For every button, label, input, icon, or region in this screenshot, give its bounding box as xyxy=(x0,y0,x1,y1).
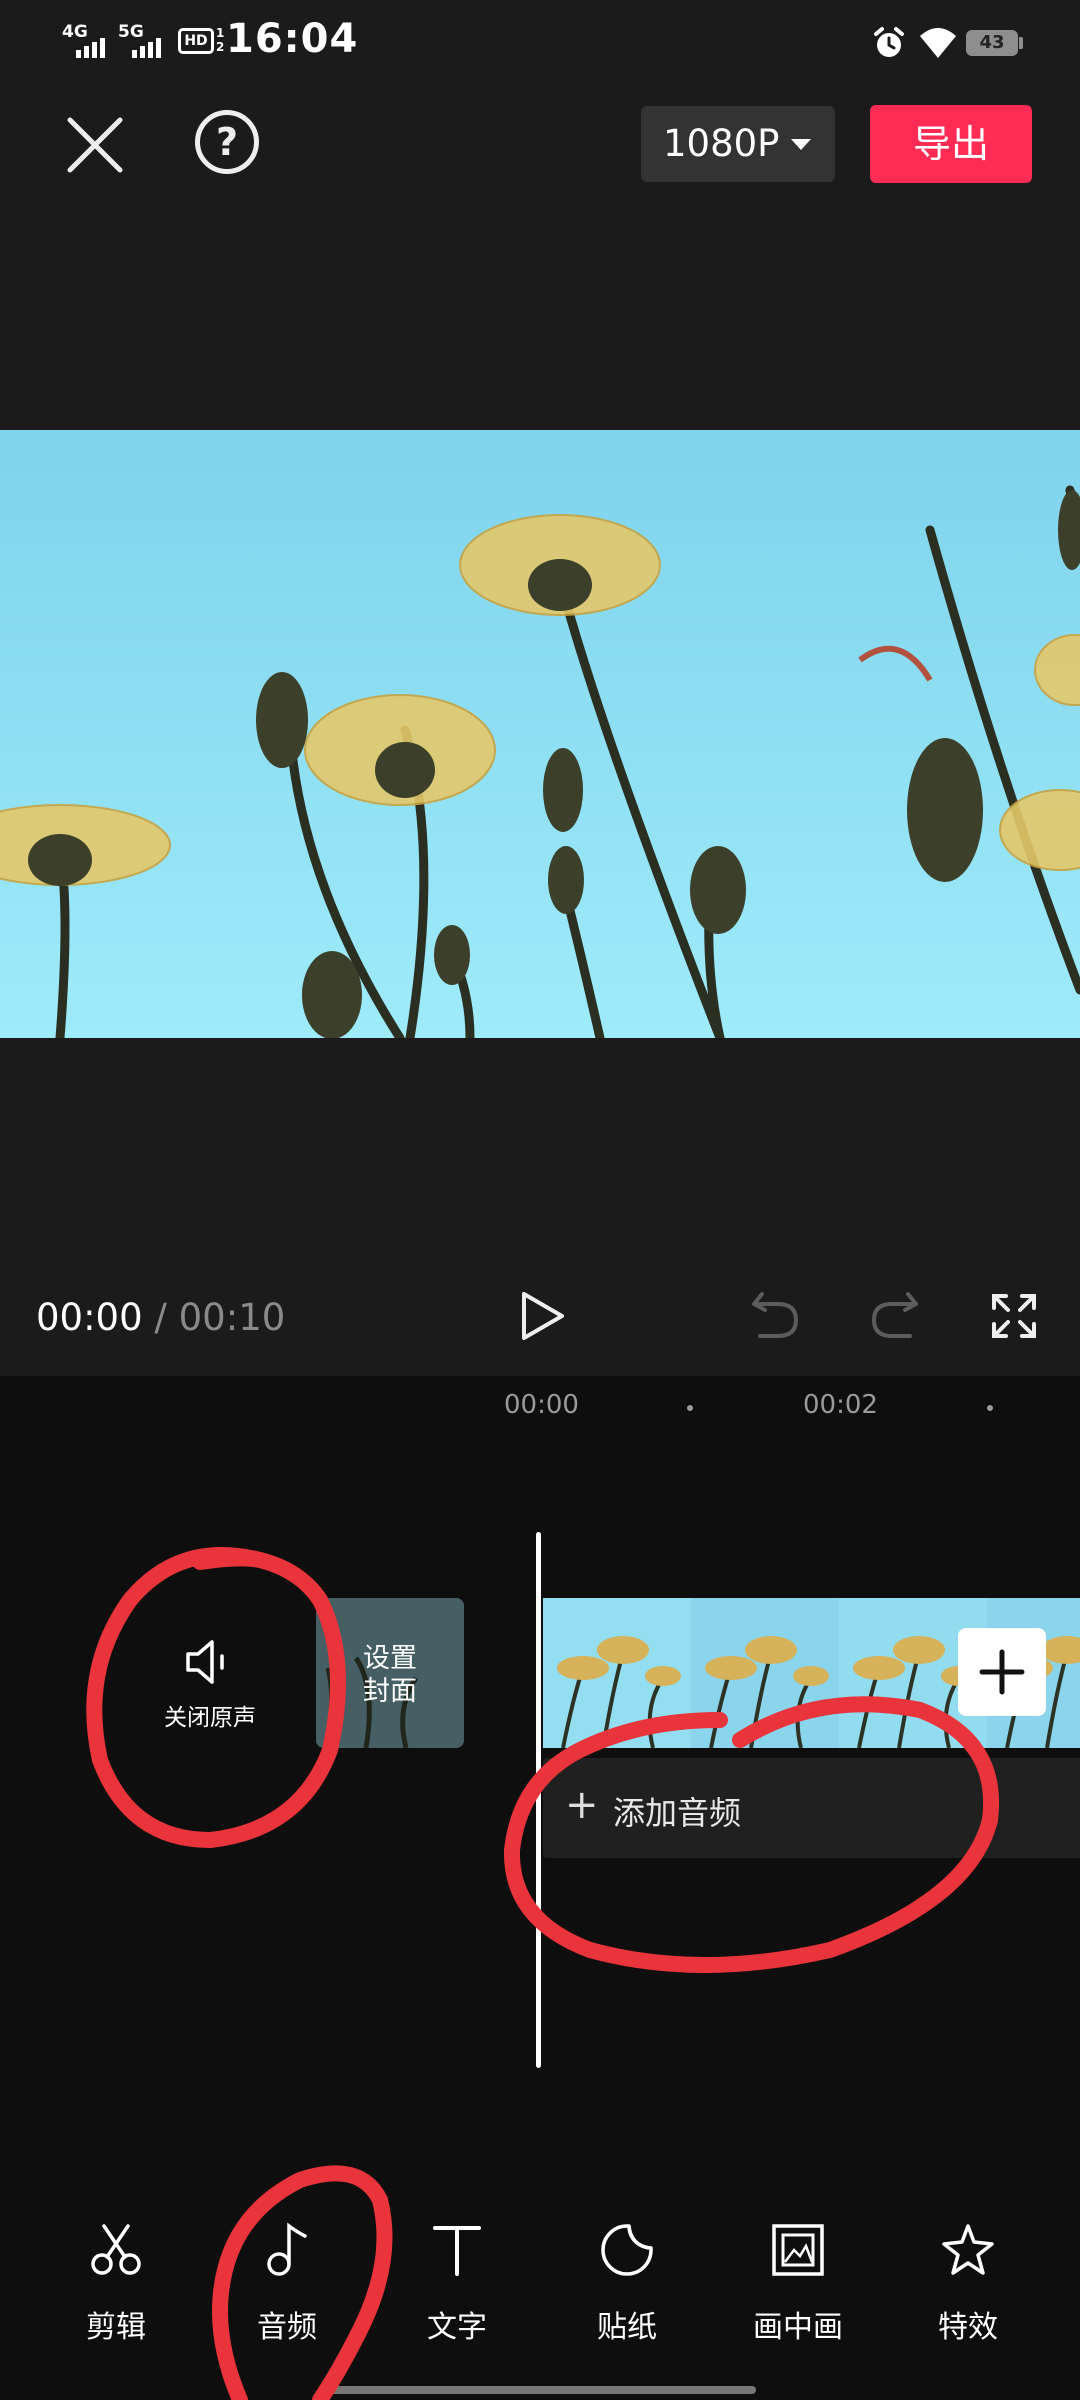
total-time: 00:10 xyxy=(178,1296,286,1339)
hd-voice-sub: 1 2 xyxy=(216,26,224,54)
video-preview[interactable] xyxy=(0,430,1080,1038)
timeline-tick: 00:02 xyxy=(803,1390,878,1420)
time-separator: / xyxy=(154,1296,167,1339)
fullscreen-icon[interactable] xyxy=(990,1292,1038,1340)
tool-label: 贴纸 xyxy=(597,2310,657,2345)
chevron-down-icon xyxy=(791,139,811,150)
tool-label: 特效 xyxy=(938,2310,998,2345)
mute-original-audio-label: 关闭原声 xyxy=(164,1705,256,1731)
set-cover-label-line1: 设置 xyxy=(363,1643,417,1674)
music-note-icon xyxy=(267,2222,307,2276)
speaker-icon xyxy=(186,1640,224,1684)
hd-sub-1: 1 xyxy=(216,26,225,40)
tool-label: 剪辑 xyxy=(86,2310,146,2345)
tool-label: 画中画 xyxy=(753,2310,843,2345)
hd-voice-icon: HD xyxy=(178,28,214,54)
add-clip-button[interactable] xyxy=(958,1628,1046,1716)
timeline-tick-dot xyxy=(687,1405,693,1411)
set-cover-button[interactable]: 设置 封面 xyxy=(316,1598,464,1748)
battery-icon: 43 xyxy=(966,30,1018,56)
alarm-icon xyxy=(874,27,904,57)
tool-text[interactable]: 文字 xyxy=(387,2222,527,2345)
status-time: 16:04 xyxy=(226,16,359,62)
add-audio-label: 添加音频 xyxy=(613,1794,742,1832)
playhead[interactable] xyxy=(536,1532,541,2068)
add-audio-track[interactable]: + 添加音频 xyxy=(543,1758,1080,1858)
home-indicator[interactable] xyxy=(324,2386,756,2394)
tool-edit[interactable]: 剪辑 xyxy=(46,2222,186,2345)
scissors-icon xyxy=(91,2224,141,2275)
export-button[interactable]: 导出 xyxy=(870,105,1032,183)
effects-star-icon xyxy=(942,2224,994,2275)
resolution-dropdown[interactable]: 1080P xyxy=(641,106,835,182)
undo-icon[interactable] xyxy=(748,1290,802,1342)
hd-sub-2: 2 xyxy=(216,40,225,54)
tool-effects[interactable]: 特效 xyxy=(898,2222,1038,2345)
tool-picture-in-picture[interactable]: 画中画 xyxy=(728,2222,868,2345)
tool-label: 音频 xyxy=(257,2310,317,2345)
text-icon xyxy=(433,2226,481,2276)
help-icon[interactable]: ? xyxy=(195,110,259,174)
tool-audio[interactable]: 音频 xyxy=(217,2222,357,2345)
wifi-icon xyxy=(920,28,956,58)
resolution-value: 1080P xyxy=(663,122,780,165)
mute-original-audio-button[interactable]: 关闭原声 xyxy=(150,1620,270,1731)
set-cover-label-line2: 封面 xyxy=(363,1676,417,1707)
picture-in-picture-icon xyxy=(772,2224,824,2276)
timeline-tick-dot xyxy=(987,1405,993,1411)
current-time: 00:00 xyxy=(36,1296,143,1339)
status-bar: 4G 5G HD 1 2 16:04 43 xyxy=(0,0,1080,86)
tool-sticker[interactable]: 贴纸 xyxy=(557,2222,697,2345)
timecode: 00:00 / 00:10 xyxy=(36,1296,285,1339)
set-cover-label: 设置 封面 xyxy=(316,1642,464,1708)
tool-label: 文字 xyxy=(427,2310,487,2345)
plus-icon: + xyxy=(565,1782,599,1828)
battery-tip xyxy=(1019,37,1023,49)
sticker-icon xyxy=(601,2224,653,2276)
redo-icon[interactable] xyxy=(868,1290,922,1342)
timeline-tick: 00:00 xyxy=(504,1390,579,1420)
close-icon[interactable] xyxy=(60,110,130,180)
play-icon[interactable] xyxy=(518,1290,566,1342)
